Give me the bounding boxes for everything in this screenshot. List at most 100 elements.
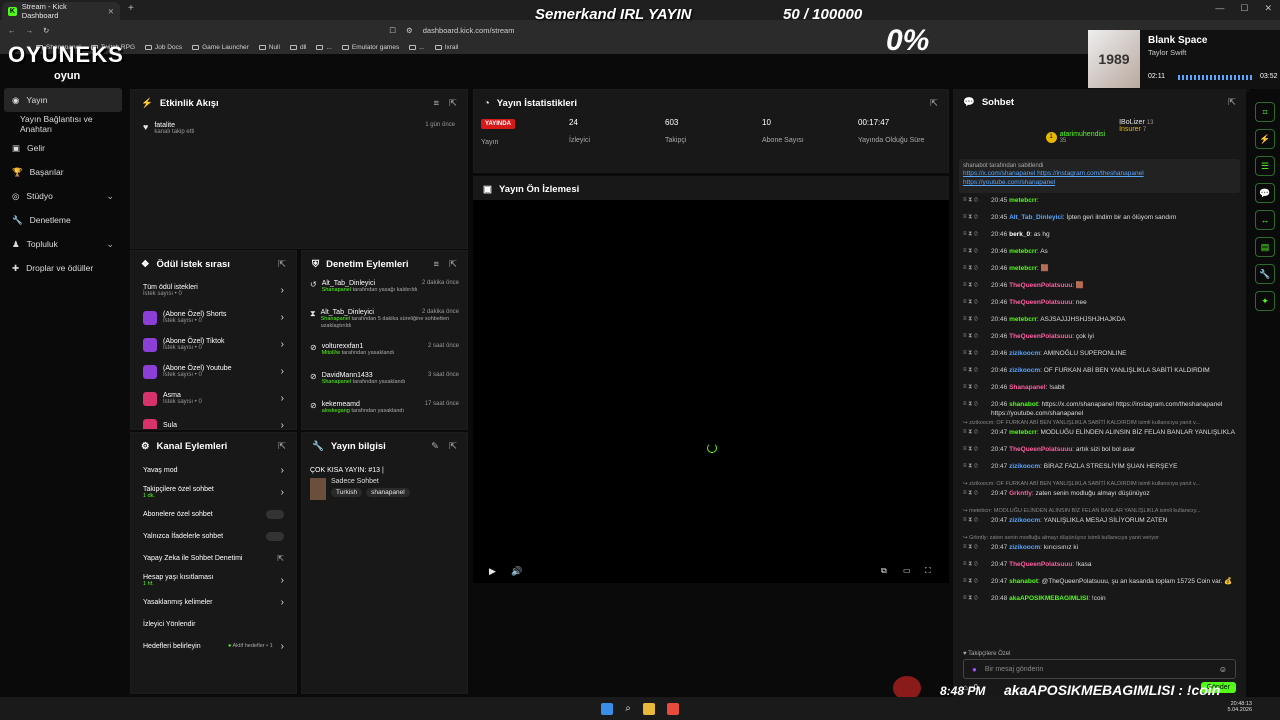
toggle-switch[interactable] (266, 509, 284, 519)
back-icon[interactable]: ← (8, 26, 16, 35)
popout-icon[interactable]: ⇱ (1228, 97, 1236, 108)
volume-icon[interactable]: 🔊 (511, 566, 522, 577)
file-explorer-icon[interactable] (642, 702, 655, 715)
channel-action-item[interactable]: Hesap yaşı kısıtlaması 1 hf. › (131, 569, 296, 591)
ai-icon[interactable]: ✦ (1255, 291, 1275, 311)
browser-tab[interactable]: K Stream - Kick Dashboard ✕ (2, 2, 120, 20)
reload-icon[interactable]: ↻ (43, 26, 49, 35)
chat-message[interactable]: ≡ ⧗ ⊘ 20:47 shanabot: @TheQueenPolatsuuu,… (953, 577, 1246, 594)
reward-item[interactable]: Tüm ödül istekleri İstek sayısı • 0 › (131, 277, 296, 304)
mic-icon[interactable]: ● (972, 665, 977, 674)
chat-message[interactable]: ≡ ⧗ ⊘ 20:46 TheQueenPolatsuuu: çok iyi (953, 332, 1246, 349)
channel-action-item[interactable]: Yavaş mod › (131, 459, 296, 481)
sidebar-item[interactable]: ♟ Topluluk ⌄ (0, 232, 126, 256)
filter-icon[interactable]: ≡ (433, 259, 439, 270)
bookmark-item[interactable]: dll (289, 44, 306, 51)
search-icon[interactable]: ⌕ (625, 703, 631, 714)
message-user[interactable]: Alt_Tab_Dinleyici (1009, 214, 1063, 221)
chat-message[interactable]: ≡ ⧗ ⊘ 20:46 Shanapanel: !sabit (953, 383, 1246, 400)
message-user[interactable]: TheQueenPolatsuuu (1009, 282, 1072, 289)
popout-icon[interactable]: ⇱ (449, 441, 457, 452)
sidebar-item[interactable]: 🔧 Denetleme (0, 208, 126, 232)
pinned-text[interactable]: https://x.com/shanapanel https://instagr… (963, 169, 1236, 187)
browser-icon[interactable] (666, 702, 679, 715)
sidebar-item[interactable]: ◉ Yayın (4, 88, 122, 112)
message-user[interactable]: metebcrr (1009, 248, 1037, 255)
channel-action-item[interactable]: Hedefleri belirleyin ● Aktif hedefler • 1… (131, 635, 296, 657)
close-tab-icon[interactable]: ✕ (108, 7, 114, 16)
reward-item[interactable]: (Abone Özel) Youtube İstek sayısı • 0 › (131, 358, 296, 385)
message-user[interactable]: Shanapanel (1009, 384, 1045, 391)
channel-action-item[interactable]: Abonelere özel sohbet (131, 503, 296, 525)
message-user[interactable]: TheQueenPolatsuuu (1009, 561, 1072, 568)
channel-action-item[interactable]: Takipçilere özel sohbet 1 dk. › (131, 481, 296, 503)
popout-icon[interactable]: ⇱ (278, 441, 286, 452)
chat-message[interactable]: ≡ ⧗ ⊘ 20:47 zizikoocm: YANLIŞLIKLA MESAJ … (953, 516, 1246, 533)
filter-icon[interactable]: ≡ (433, 98, 439, 109)
message-user[interactable]: zizikoocm (1009, 463, 1040, 470)
forward-icon[interactable]: → (26, 26, 34, 35)
chat-message[interactable]: ≡ ⧗ ⊘ 20:47 zizikoocm: kırıcısınız ki (953, 543, 1246, 560)
message-user[interactable]: metebcrr (1009, 316, 1037, 323)
list-icon[interactable]: ☰ (1255, 156, 1275, 176)
chat-message[interactable]: ≡ ⧗ ⊘ 20:47 metebcrr: MODLUĞU ELİNDEN ALI… (953, 428, 1246, 445)
reward-item[interactable]: (Abone Özel) Shorts İstek sayısı • 0 › (131, 304, 296, 331)
chat-message[interactable]: ≡ ⧗ ⊘ 20:47 zizikoocm: BİRAZ FAZLA STRESL… (953, 462, 1246, 479)
code-icon[interactable]: ↔ (1255, 210, 1275, 230)
message-user[interactable]: zizikoocm (1009, 517, 1040, 524)
chat-message[interactable]: ≡ ⧗ ⊘ 20:46 berk_0: as hg (953, 230, 1246, 247)
reward-item[interactable]: Asma İstek sayısı • 0 › (131, 385, 296, 412)
channel-action-item[interactable]: Yapay Zeka ile Sohbet Denetimi ⇱ (131, 547, 296, 569)
chat-message[interactable]: ≡ ⧗ ⊘ 20:46 metebcrr: 🟫 (953, 264, 1246, 281)
toggle-switch[interactable] (266, 531, 284, 541)
chat-input[interactable]: Bir mesaj gönderin (985, 666, 1043, 673)
channel-action-item[interactable]: Yasaklanmış kelimeler › (131, 591, 296, 613)
stack-icon[interactable]: ▤ (1255, 237, 1275, 257)
chat-message[interactable]: ≡ ⧗ ⊘ 20:46 zizikoocm: AMINOĞLU SUPERONLI… (953, 349, 1246, 366)
minimize-icon[interactable]: — (1215, 3, 1224, 14)
chat-input-box[interactable]: ● Bir mesaj gönderin ☺ (963, 659, 1236, 679)
popout-icon[interactable]: ⇱ (449, 98, 457, 109)
chat-bubble-icon[interactable]: 💬 (1255, 183, 1275, 203)
message-user[interactable]: zizikoocm (1009, 350, 1040, 357)
chat-message[interactable]: ≡ ⧗ ⊘ 20:47 TheQueenPolatsuuu: artık sizi… (953, 445, 1246, 462)
emote-picker-icon[interactable]: ☺ (1219, 665, 1227, 674)
chat-message[interactable]: ≡ ⧗ ⊘ 20:46 TheQueenPolatsuuu: nee (953, 298, 1246, 315)
chat-message[interactable]: ≡ ⧗ ⊘ 20:45 metebcrr: (953, 196, 1246, 213)
fullscreen-icon[interactable]: ⛶ (925, 566, 931, 576)
bookmark-item[interactable]: Emulator games (341, 44, 399, 51)
qr-icon[interactable]: ⌗ (1255, 102, 1275, 122)
message-user[interactable]: metebcrr (1009, 197, 1037, 204)
popout-icon[interactable]: ⇱ (930, 98, 938, 109)
sidebar-item[interactable]: Yayın Bağlantısı ve Anahtarı (0, 112, 126, 136)
chat-message[interactable]: ≡ ⧗ ⊘ 20:47 TheQueenPolatsuuu: !kasa (953, 560, 1246, 577)
wrench-icon[interactable]: 🔧 (1255, 264, 1275, 284)
message-user[interactable]: akaAPOSIKMEBAGIMLISI (1009, 595, 1088, 602)
sidebar-item[interactable]: ◎ Stüdyo ⌄ (0, 184, 126, 208)
message-user[interactable]: Grkntly (1009, 490, 1032, 497)
play-icon[interactable]: ▶ (489, 566, 496, 577)
sidebar-item[interactable]: ✚ Droplar ve ödüller (0, 256, 126, 280)
maximize-icon[interactable]: ☐ (1240, 3, 1248, 14)
pip-icon[interactable]: ⧉ (881, 566, 887, 576)
bookmark-item[interactable]: Game Launcher (192, 44, 249, 51)
site-info-icon[interactable]: ⚙ (406, 26, 413, 35)
message-user[interactable]: metebcrr (1009, 265, 1037, 272)
popout-icon[interactable]: ⇱ (278, 259, 286, 270)
bookmark-item[interactable]: Null (258, 44, 280, 51)
edit-icon[interactable]: ✎ (431, 441, 439, 452)
sidebar-item[interactable]: ▣ Gelir (0, 136, 126, 160)
sidebar-item[interactable]: 🏆 Başarılar (0, 160, 126, 184)
bookmark-item[interactable]: Job Docs (145, 44, 182, 51)
bookmark-item[interactable]: ... (316, 44, 332, 51)
chat-message[interactable]: ≡ ⧗ ⊘ 20:48 akaAPOSIKMEBAGIMLISI: !coin (953, 594, 1246, 611)
message-user[interactable]: TheQueenPolatsuuu (1009, 333, 1072, 340)
theater-icon[interactable]: ▭ (903, 566, 911, 575)
chat-message[interactable]: ≡ ⧗ ⊘ 20:45 Alt_Tab_Dinleyici: İpten geri… (953, 213, 1246, 230)
chat-message[interactable]: ≡ ⧗ ⊘ 20:46 metebcrr: ASJSAJJJHSHJSHJHAJK… (953, 315, 1246, 332)
bolt-icon[interactable]: ⚡ (1255, 129, 1275, 149)
popout-icon[interactable]: ⇱ (449, 259, 457, 270)
chat-message[interactable]: ≡ ⧗ ⊘ 20:46 zizikoocm: OF FURKAN ABİ BEN … (953, 366, 1246, 383)
reward-item[interactable]: (Abone Özel) Tiktok İstek sayısı • 0 › (131, 331, 296, 358)
message-user[interactable]: berk_0 (1009, 231, 1030, 238)
